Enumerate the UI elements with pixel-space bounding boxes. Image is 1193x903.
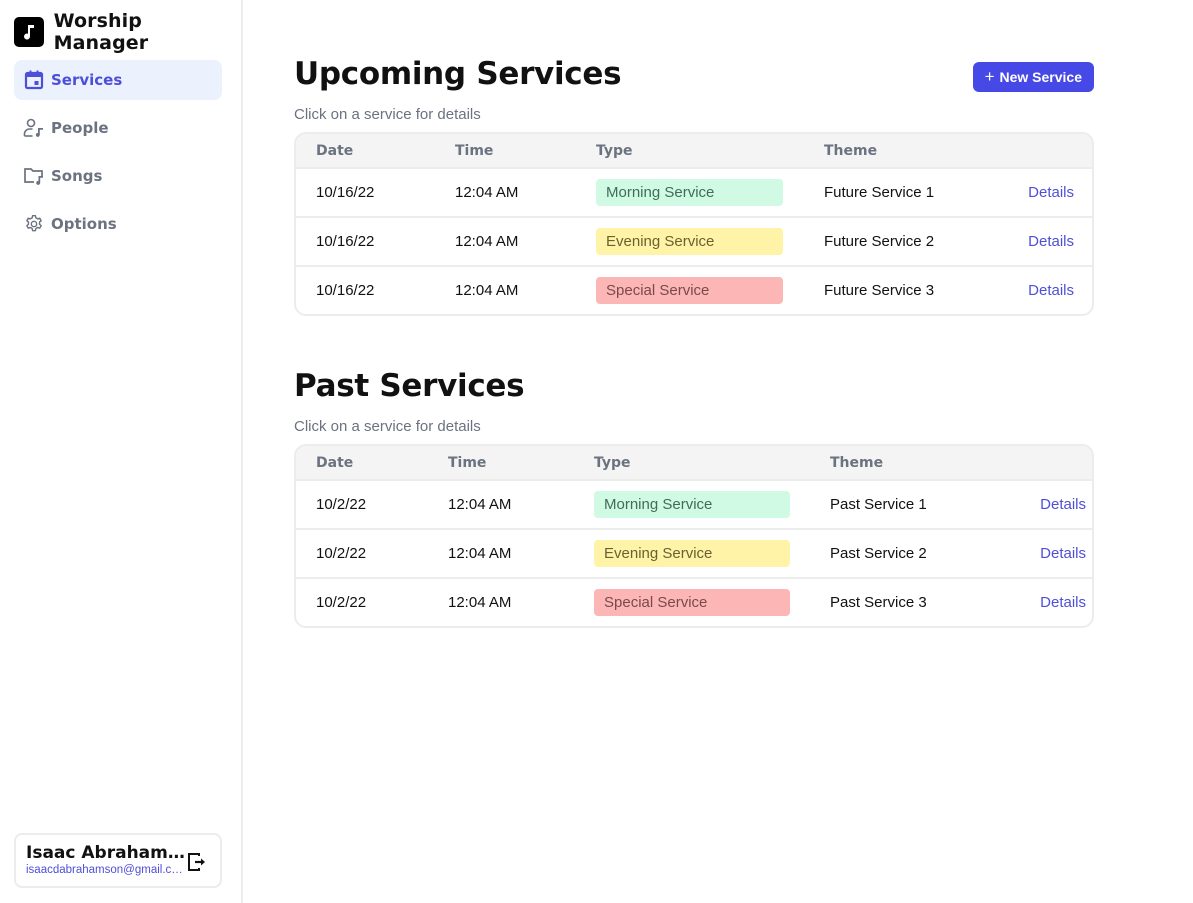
table-row[interactable]: 10/16/22 12:04 AM Evening Service Future… <box>296 218 1092 267</box>
calendar-icon <box>23 69 45 91</box>
section-subtitle: Click on a service for details <box>294 106 481 123</box>
brand[interactable]: Worship Manager <box>14 10 241 54</box>
table-header: Date Time Type Theme <box>296 446 1092 481</box>
sidebar-item-songs[interactable]: Songs <box>14 156 222 196</box>
details-link[interactable]: Details <box>1014 233 1074 250</box>
logout-icon <box>188 853 205 871</box>
service-theme: Past Service 3 <box>830 594 927 611</box>
table-row[interactable]: 10/2/22 12:04 AM Morning Service Past Se… <box>296 481 1092 530</box>
column-header-theme[interactable]: Theme <box>824 143 1014 159</box>
music-note-icon <box>14 17 44 47</box>
service-time: 12:04 AM <box>448 594 512 611</box>
details-link[interactable]: Details <box>1014 184 1074 201</box>
logout-button[interactable] <box>186 851 208 873</box>
past-services-section: Past Services Click on a service for det… <box>294 368 1094 628</box>
service-theme: Past Service 2 <box>830 545 927 562</box>
user-music-icon <box>23 117 45 139</box>
sidebar-item-label: Options <box>51 215 117 233</box>
service-theme: Future Service 3 <box>824 282 935 299</box>
column-header-theme[interactable]: Theme <box>830 455 1026 471</box>
sidebar-item-services[interactable]: Services <box>14 60 222 100</box>
service-time: 12:04 AM <box>455 233 519 250</box>
table-row[interactable]: 10/2/22 12:04 AM Special Service Past Se… <box>296 579 1092 626</box>
user-card: Isaac Abrahamson isaacdabrahamson@gmail.… <box>14 833 222 888</box>
sidebar-item-people[interactable]: People <box>14 108 222 148</box>
details-link[interactable]: Details <box>1014 282 1074 299</box>
service-type-badge: Evening Service <box>596 228 783 255</box>
sidebar-nav: Services People Songs Options <box>14 60 222 252</box>
column-header-time[interactable]: Time <box>448 455 594 471</box>
section-title: Past Services <box>294 368 525 404</box>
details-link[interactable]: Details <box>1026 545 1086 562</box>
sidebar-item-label: Songs <box>51 167 103 185</box>
column-header-time[interactable]: Time <box>455 143 596 159</box>
service-time: 12:04 AM <box>448 545 512 562</box>
column-header-type[interactable]: Type <box>596 143 824 159</box>
service-type-badge: Special Service <box>596 277 783 304</box>
service-date: 10/16/22 <box>316 282 375 299</box>
user-name: Isaac Abrahamson <box>26 843 186 863</box>
past-services-table: Date Time Type Theme 10/2/22 12:04 AM Mo… <box>294 444 1094 628</box>
table-header: Date Time Type Theme <box>296 134 1092 169</box>
gear-icon <box>23 213 45 235</box>
sidebar-item-label: Services <box>51 71 123 89</box>
new-service-button[interactable]: + New Service <box>972 62 1094 92</box>
service-time: 12:04 AM <box>455 282 519 299</box>
table-row[interactable]: 10/16/22 12:04 AM Special Service Future… <box>296 267 1092 314</box>
service-theme: Past Service 1 <box>830 496 927 513</box>
user-email: isaacdabrahamson@gmail.com <box>26 864 184 876</box>
plus-icon: + <box>984 67 995 86</box>
upcoming-services-section: Upcoming Services + New Service Click on… <box>294 56 1094 316</box>
service-type-badge: Special Service <box>594 589 790 616</box>
service-date: 10/16/22 <box>316 184 375 201</box>
service-date: 10/2/22 <box>316 594 367 611</box>
service-type-badge: Evening Service <box>594 540 790 567</box>
folder-music-icon <box>23 165 45 187</box>
service-theme: Future Service 2 <box>824 233 935 250</box>
page-title: Upcoming Services <box>294 56 622 92</box>
service-type-badge: Morning Service <box>596 179 783 206</box>
service-date: 10/16/22 <box>316 233 375 250</box>
service-time: 12:04 AM <box>448 496 512 513</box>
app-title: Worship Manager <box>53 10 149 54</box>
upcoming-services-table: Date Time Type Theme 10/16/22 12:04 AM M… <box>294 132 1094 316</box>
sidebar-item-label: People <box>51 119 109 137</box>
service-date: 10/2/22 <box>316 496 367 513</box>
column-header-type[interactable]: Type <box>594 455 830 471</box>
column-header-date[interactable]: Date <box>316 143 455 159</box>
table-row[interactable]: 10/16/22 12:04 AM Morning Service Future… <box>296 169 1092 218</box>
details-link[interactable]: Details <box>1026 496 1086 513</box>
service-time: 12:04 AM <box>455 184 519 201</box>
service-theme: Future Service 1 <box>824 184 935 201</box>
service-type-badge: Morning Service <box>594 491 790 518</box>
new-service-label: New Service <box>999 69 1083 85</box>
service-date: 10/2/22 <box>316 545 367 562</box>
sidebar-item-options[interactable]: Options <box>14 204 222 244</box>
column-header-date[interactable]: Date <box>316 455 448 471</box>
sidebar: Worship Manager Services People Songs Op… <box>0 0 243 903</box>
table-row[interactable]: 10/2/22 12:04 AM Evening Service Past Se… <box>296 530 1092 579</box>
section-subtitle: Click on a service for details <box>294 418 481 435</box>
details-link[interactable]: Details <box>1026 594 1086 611</box>
